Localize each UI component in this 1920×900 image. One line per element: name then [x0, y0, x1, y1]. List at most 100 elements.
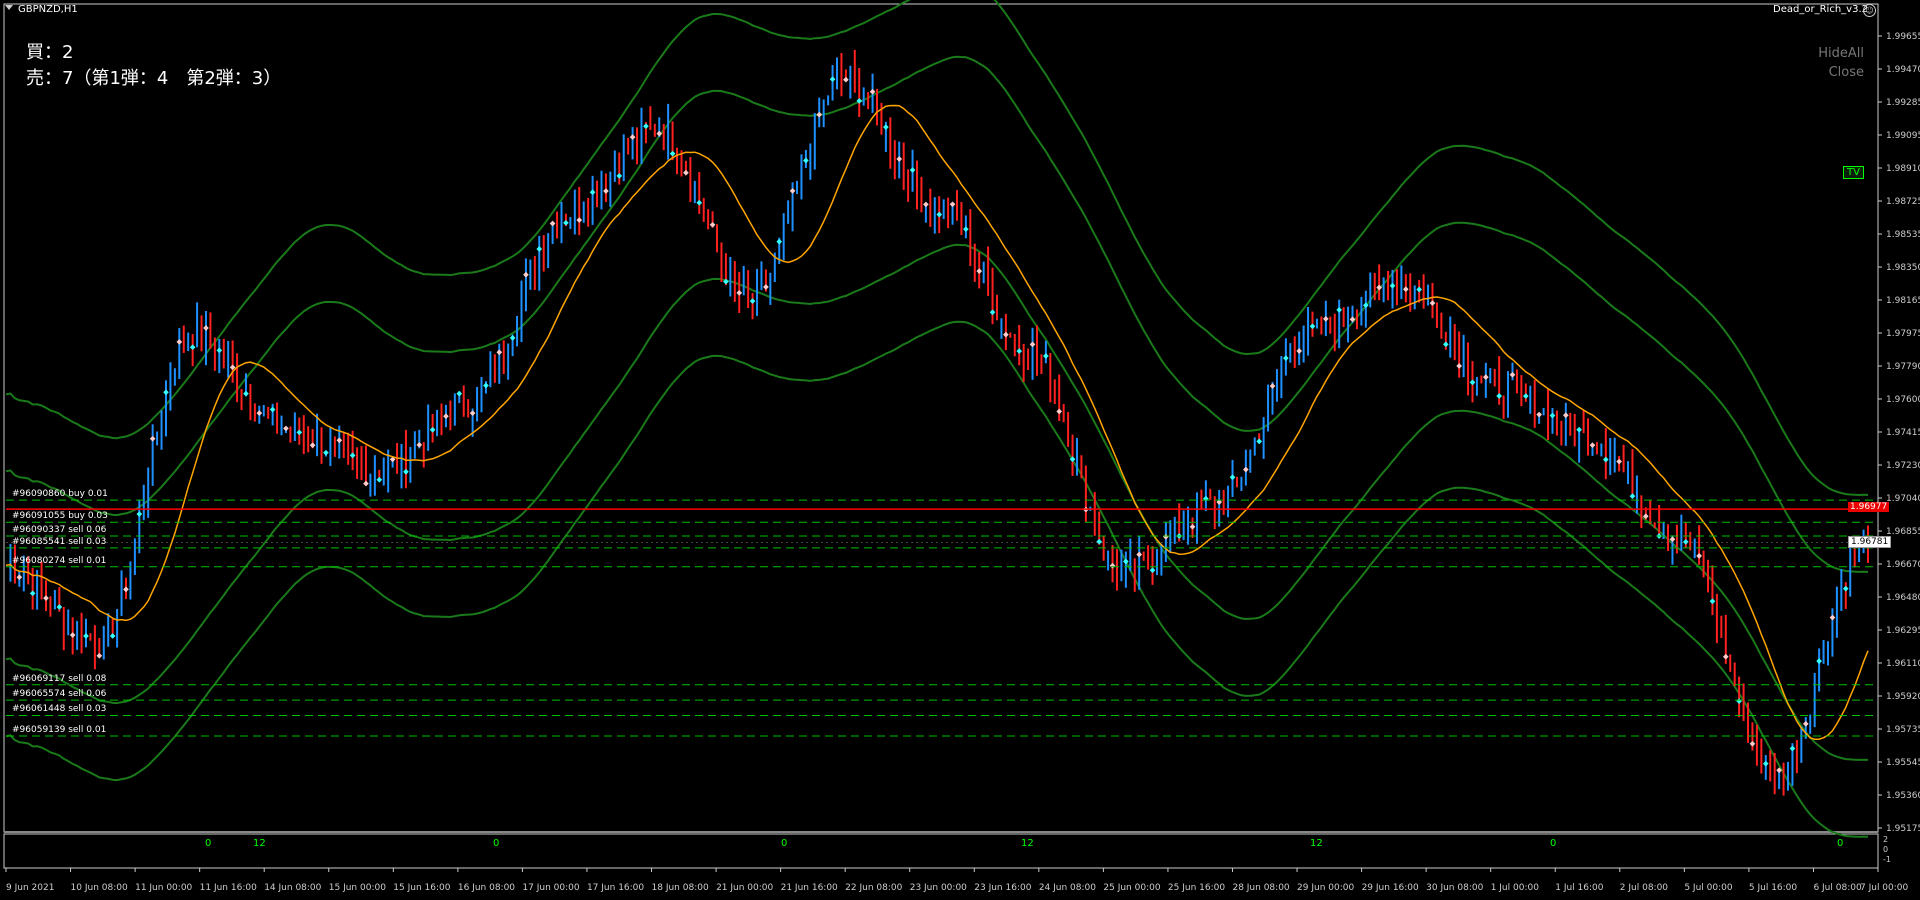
- signal-marker: [163, 389, 169, 396]
- price-tick-label: 1.95360: [1886, 791, 1920, 801]
- signal-marker: [509, 335, 516, 341]
- signal-marker: [29, 590, 36, 597]
- signal-marker: [1003, 331, 1009, 338]
- price-tick-label: 1.95735: [1886, 725, 1920, 735]
- time-axis-label: 28 Jun 08:00: [1232, 883, 1289, 893]
- signal-marker: [483, 382, 489, 389]
- order-label[interactable]: #96090860 buy 0.01: [12, 489, 108, 499]
- signal-marker: [1536, 411, 1542, 418]
- signal-marker: [1816, 658, 1822, 664]
- signal-marker: [43, 595, 49, 601]
- signal-marker: [589, 189, 596, 196]
- signal-marker: [536, 246, 543, 252]
- price-chart[interactable]: 1.99655 1.99470 1.99285 1.99095 1.98910 1.987…: [0, 0, 1920, 900]
- time-axis-label: 1 Jul 00:00: [1491, 883, 1540, 893]
- signal-marker: [1243, 466, 1249, 473]
- order-label[interactable]: #96080274 sell 0.01: [12, 556, 106, 566]
- time-axis-label: 17 Jun 00:00: [522, 883, 579, 893]
- signal-marker: [976, 268, 983, 274]
- signal-marker: [936, 211, 943, 218]
- time-axis-label: 24 Jun 08:00: [1039, 883, 1096, 893]
- signal-marker: [1389, 282, 1396, 289]
- signal-marker: [429, 426, 436, 433]
- sub-window-marker: 0: [1837, 838, 1843, 849]
- signal-marker: [923, 201, 929, 208]
- signal-marker: [763, 284, 769, 290]
- time-axis-label: 29 Jun 00:00: [1297, 883, 1354, 893]
- hide-all-button[interactable]: HideAll: [1818, 46, 1864, 61]
- signal-marker: [1043, 353, 1049, 359]
- signal-marker: [696, 199, 703, 206]
- signal-marker: [1749, 740, 1756, 747]
- signal-marker: [1456, 363, 1462, 369]
- signal-marker: [1576, 426, 1582, 433]
- signal-marker: [363, 480, 369, 487]
- price-tick-label: 1.97040: [1886, 494, 1920, 504]
- order-label[interactable]: #96090337 sell 0.06: [12, 525, 106, 535]
- triangle-down-icon[interactable]: [5, 5, 13, 10]
- time-axis-label: 10 Jun 08:00: [71, 883, 128, 893]
- close-circle-icon[interactable]: ☺: [1863, 4, 1876, 17]
- time-axis-label: 14 Jun 08:00: [264, 883, 321, 893]
- signal-marker: [96, 652, 103, 659]
- signal-marker: [1802, 720, 1809, 727]
- signal-marker: [469, 410, 476, 417]
- order-label[interactable]: #96085541 sell 0.03: [12, 537, 106, 547]
- signal-marker: [203, 325, 209, 331]
- signal-marker: [1256, 438, 1263, 445]
- signal-marker: [176, 339, 183, 345]
- signal-marker: [1416, 286, 1422, 293]
- signal-marker: [749, 298, 756, 304]
- price-tick-label: 1.98535: [1886, 230, 1920, 240]
- order-label[interactable]: #96091055 buy 0.03: [12, 511, 108, 521]
- time-axis-label: 11 Jun 16:00: [200, 883, 257, 893]
- price-tick-label: 1.98165: [1886, 296, 1920, 306]
- signal-marker: [256, 410, 263, 416]
- order-label[interactable]: #96059139 sell 0.01: [12, 725, 106, 735]
- time-axis-label: 2 Jul 08:00: [1620, 883, 1669, 893]
- time-axis-label: 29 Jun 16:00: [1362, 883, 1419, 893]
- signal-marker: [496, 349, 503, 356]
- signal-marker: [643, 123, 649, 130]
- signal-marker: [83, 633, 89, 639]
- signal-marker: [136, 511, 143, 517]
- symbol-timeframe: GBPNZD,H1: [18, 4, 78, 15]
- signal-marker: [416, 442, 423, 448]
- price-tick-label: 1.97975: [1886, 329, 1920, 339]
- signal-marker: [1136, 551, 1143, 558]
- signal-marker: [949, 201, 956, 208]
- sub-window-marker: 0: [493, 838, 499, 849]
- signal-marker: [1522, 393, 1529, 399]
- signal-marker: [1269, 383, 1276, 389]
- price-tick-label: 1.96670: [1886, 560, 1920, 570]
- signal-marker: [1149, 567, 1156, 574]
- price-tick-label: 1.98725: [1886, 197, 1920, 207]
- price-tick-label: 1.99095: [1886, 131, 1920, 141]
- buy-count: 買：2: [26, 42, 74, 63]
- order-label[interactable]: #96065574 sell 0.06: [12, 689, 106, 699]
- sub-window-marker: 12: [1021, 838, 1034, 849]
- sub-axis-label: 2: [1883, 835, 1888, 844]
- close-button[interactable]: Close: [1829, 65, 1864, 80]
- signal-marker: [443, 413, 449, 420]
- signal-marker: [336, 437, 343, 444]
- ea-name: Dead_or_Rich_v3.2: [1773, 4, 1868, 15]
- time-axis-label: 11 Jun 00:00: [135, 883, 192, 893]
- signal-marker: [1709, 598, 1716, 605]
- price-tick-label: 1.95920: [1886, 692, 1920, 702]
- signal-marker: [1469, 379, 1476, 386]
- tv-button[interactable]: TV: [1843, 166, 1864, 179]
- order-label[interactable]: #96061448 sell 0.03: [12, 704, 106, 714]
- sub-axis-label: -1: [1883, 855, 1891, 864]
- signal-marker: [549, 220, 556, 227]
- time-axis-label: 5 Jul 16:00: [1749, 883, 1798, 893]
- signal-marker: [309, 442, 316, 449]
- signal-marker: [1056, 408, 1063, 415]
- time-axis-label: 25 Jun 16:00: [1168, 883, 1225, 893]
- envelope-band-line: [5, 243, 1869, 761]
- signal-marker: [123, 586, 129, 593]
- order-label[interactable]: #96069117 sell 0.08: [12, 674, 106, 684]
- time-axis-label: 9 Jun 2021: [6, 883, 54, 893]
- signal-marker: [989, 309, 996, 316]
- signal-marker: [816, 111, 823, 118]
